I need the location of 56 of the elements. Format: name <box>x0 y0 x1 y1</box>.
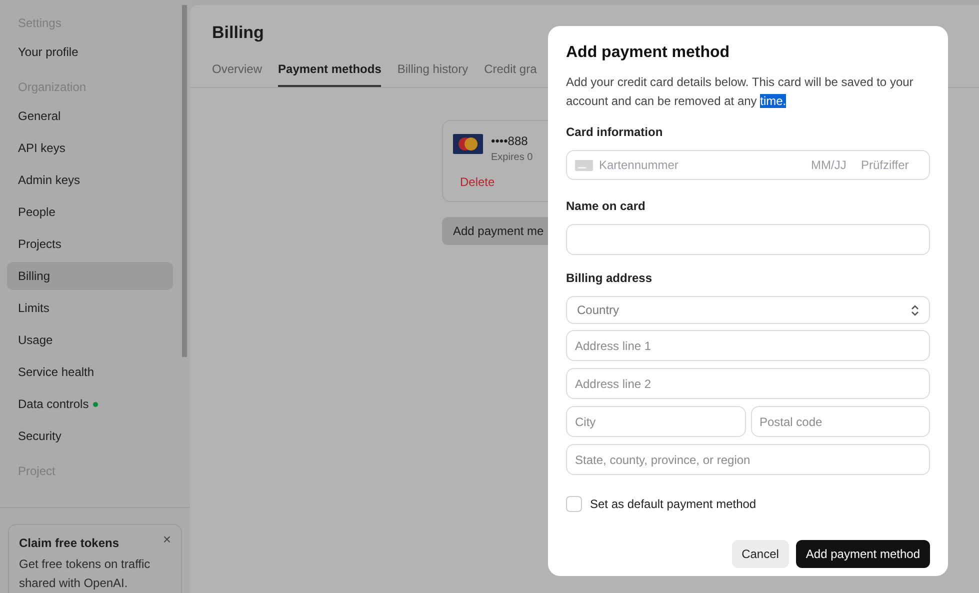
page-title: Billing <box>212 22 265 44</box>
item-label: Your profile <box>18 44 78 61</box>
item-label: Usage <box>18 332 53 349</box>
item-label: Security <box>18 428 62 445</box>
chevron-updown-icon <box>911 304 919 316</box>
item-label: Data controls <box>18 396 89 413</box>
item-label: Billing <box>18 268 50 285</box>
item-label: API keys <box>18 140 66 157</box>
sidebar-item[interactable]: Security <box>7 422 173 450</box>
sidebar-item[interactable]: Usage <box>7 326 173 354</box>
close-button[interactable]: × <box>162 532 171 546</box>
card-field[interactable]: Kartennummer MM/JJ Prüfziffer <box>566 150 930 180</box>
cvc-input[interactable]: Prüfziffer <box>861 156 921 174</box>
card-expiry: Expires 0 <box>491 150 533 164</box>
submit-button[interactable]: Add payment method <box>796 540 930 568</box>
item-label: People <box>18 204 56 221</box>
address-line-field[interactable]: Address line 2 <box>566 368 930 399</box>
card-icon <box>575 160 593 170</box>
promo-title: Claim free tokens <box>19 535 120 552</box>
sidebar-item[interactable]: Your profile <box>7 38 173 66</box>
address-line-field[interactable]: Address line 1 <box>566 330 930 361</box>
mastercard-icon <box>453 134 483 154</box>
item-label: General <box>18 108 61 125</box>
card-number: ••••888 <box>491 134 529 148</box>
city-field[interactable]: City <box>566 406 746 437</box>
field-label: Card information <box>566 124 664 141</box>
sidebar-item[interactable]: Limits <box>7 294 173 322</box>
dialog-title: Add payment method <box>566 43 731 63</box>
checkbox[interactable] <box>566 496 582 512</box>
field-label: Name on card <box>566 198 646 215</box>
promo-text: Get free tokens on traffic shared with OpenAI. <box>19 556 152 592</box>
item-label: Admin keys <box>18 172 80 189</box>
sidebar-item[interactable]: Projects <box>7 230 173 258</box>
sidebar-item[interactable]: People <box>7 198 173 226</box>
item-label: Limits <box>18 300 50 317</box>
add-payment-button[interactable]: Add payment me <box>442 216 548 244</box>
country-select[interactable]: Country <box>566 296 930 324</box>
item-label: Projects <box>18 236 62 253</box>
sidebar-item[interactable]: General <box>7 102 173 130</box>
sidebar-item[interactable]: Admin keys <box>7 166 173 194</box>
dialog-description: Add your credit card details below. This card will be saved to your account and can be removed at any time. <box>566 74 914 110</box>
name-field[interactable] <box>566 224 930 255</box>
postal-code-field[interactable]: Postal code <box>750 406 930 437</box>
sidebar-item[interactable]: Billing <box>7 262 173 290</box>
tab[interactable]: Payment methods <box>278 60 382 86</box>
field-label: Billing address <box>566 270 654 287</box>
sidebar-item[interactable]: Data controls <box>7 390 173 418</box>
checkbox-label: Set as default payment method <box>590 496 756 513</box>
sidebar-item[interactable]: Service health <box>7 358 173 386</box>
cancel-button[interactable]: Cancel <box>732 540 789 568</box>
region-field[interactable]: State, county, province, or region <box>566 444 930 475</box>
sidebar-item[interactable]: API keys <box>7 134 173 162</box>
item-label: Service health <box>18 364 94 381</box>
card-number-input[interactable]: Kartennummer <box>599 156 805 174</box>
scrollbar-thumb[interactable] <box>182 5 187 357</box>
expiry-input[interactable]: MM/JJ <box>811 156 855 174</box>
